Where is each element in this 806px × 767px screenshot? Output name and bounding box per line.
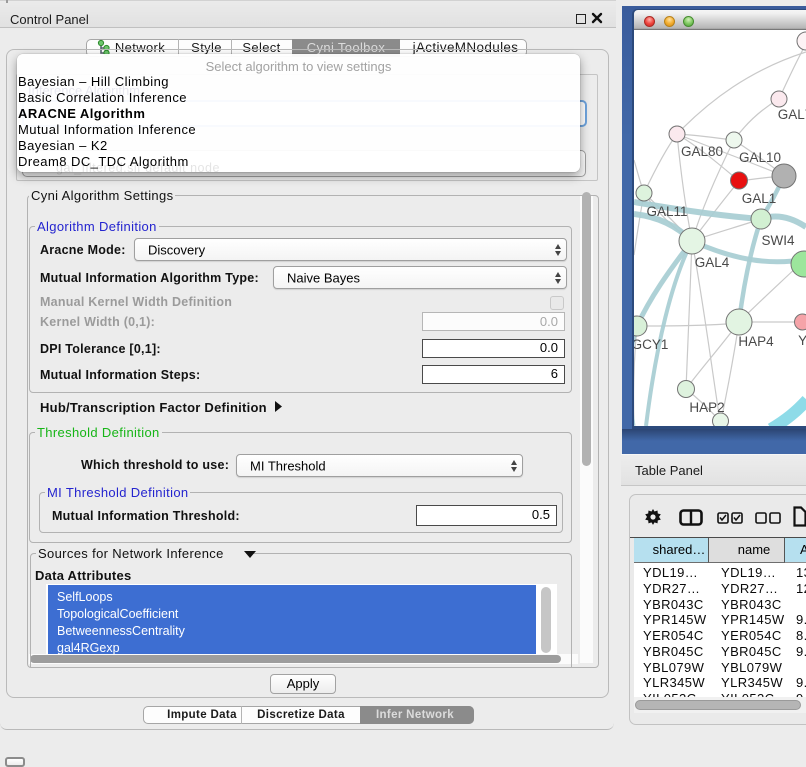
svg-text:GAL11: GAL11 xyxy=(646,204,687,219)
svg-text:GAL4: GAL4 xyxy=(695,255,730,270)
svg-text:HAP4: HAP4 xyxy=(738,334,774,349)
svg-text:GAL10: GAL10 xyxy=(739,150,781,165)
svg-text:GAL7: GAL7 xyxy=(778,107,806,122)
svg-text:YJ: YJ xyxy=(798,333,806,348)
svg-text:SWI4: SWI4 xyxy=(761,233,794,248)
svg-text:GCY1: GCY1 xyxy=(634,337,668,352)
svg-text:HAP2: HAP2 xyxy=(689,400,724,415)
svg-text:GAL1: GAL1 xyxy=(742,191,777,206)
svg-text:GAL80: GAL80 xyxy=(681,144,723,159)
